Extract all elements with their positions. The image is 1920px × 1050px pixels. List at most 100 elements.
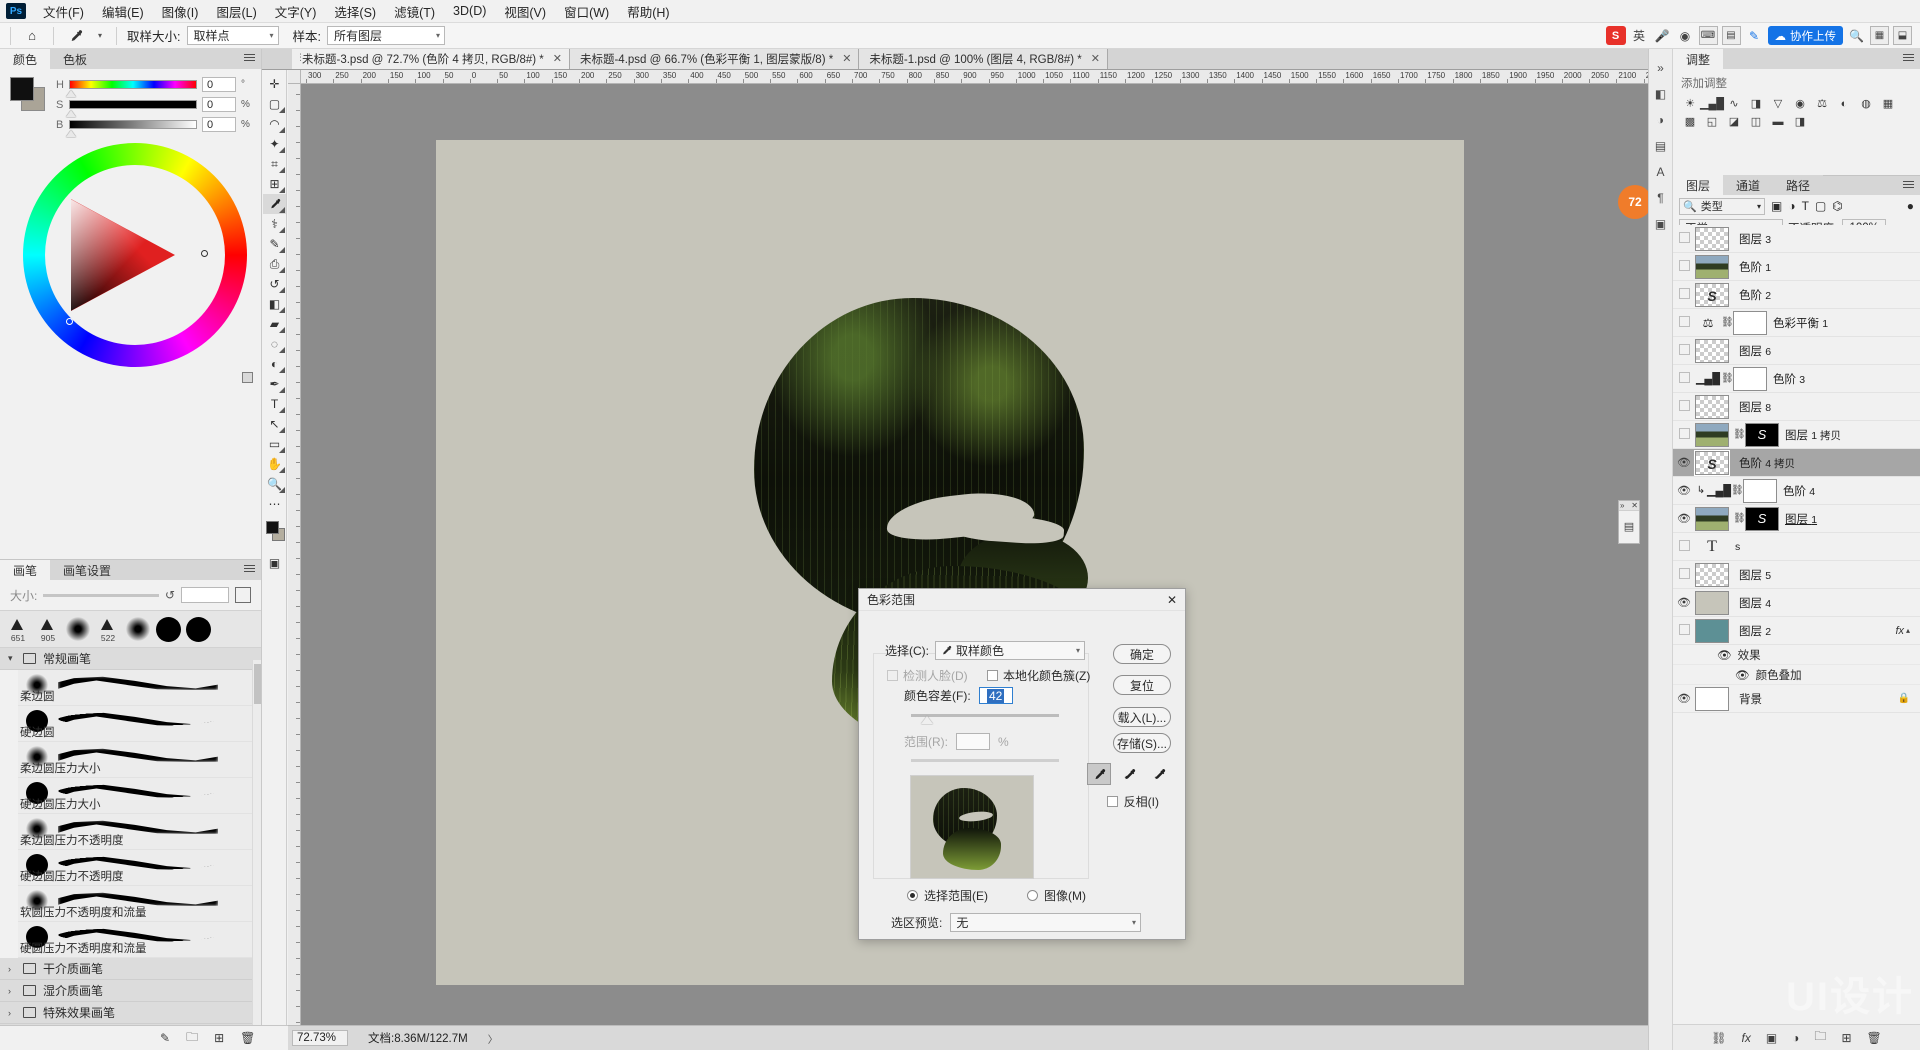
- delete-layer-icon[interactable]: 🗑: [1867, 1031, 1882, 1045]
- layer-row-14[interactable]: 图层 2 fx ▴: [1673, 617, 1920, 645]
- close-icon[interactable]: ✕: [553, 52, 562, 65]
- new-adjustment-icon[interactable]: ◑: [1792, 1031, 1799, 1045]
- selective-color-icon[interactable]: ◨: [1791, 114, 1809, 129]
- brush-preset-3[interactable]: 522: [94, 612, 122, 646]
- layer-visibility-toggle[interactable]: [1673, 288, 1695, 302]
- brightness-thumb[interactable]: [66, 130, 76, 137]
- vibrance-icon[interactable]: ▽: [1769, 96, 1787, 111]
- chevron-up-icon[interactable]: ▴: [1906, 626, 1910, 635]
- menu-help[interactable]: 帮助(H): [618, 0, 678, 23]
- tool-pen[interactable]: ✒: [263, 374, 286, 394]
- filter-type-icon[interactable]: T: [1802, 199, 1809, 213]
- layer-thumbnail[interactable]: [1695, 506, 1729, 531]
- layer-list[interactable]: 图层 3 色阶 1 S 色阶 2 ⚖ ⛓ 色彩平衡 1 图层 6 ▁▄█ ⛓ 色…: [1673, 225, 1920, 1024]
- collapse-icon[interactable]: »: [1620, 501, 1624, 510]
- eyedropper-icon[interactable]: [1087, 763, 1111, 785]
- layer-visibility-toggle[interactable]: [1673, 568, 1695, 582]
- layer-visibility-toggle[interactable]: [1673, 344, 1695, 358]
- layer-row-4[interactable]: 图层 6: [1673, 337, 1920, 365]
- saturation-value[interactable]: 0: [202, 97, 236, 112]
- brush-preset-2[interactable]: [64, 612, 92, 646]
- quick-mask-icon[interactable]: ▣: [263, 553, 286, 573]
- link-icon[interactable]: ⛓: [1721, 317, 1734, 328]
- gradient-map-icon[interactable]: ▬: [1769, 114, 1787, 129]
- home-icon[interactable]: ⌂: [21, 26, 43, 46]
- scrollbar-thumb[interactable]: [254, 664, 261, 704]
- adjustments-panel-icon[interactable]: ◑: [1649, 107, 1672, 133]
- layer-effect-item-0[interactable]: 👁 颜色叠加: [1673, 665, 1920, 685]
- posterize-icon[interactable]: ◪: [1725, 114, 1743, 129]
- tool-blur[interactable]: ◌: [263, 334, 286, 354]
- microphone-icon[interactable]: 🎤: [1653, 26, 1672, 45]
- layer-mask-thumbnail[interactable]: [1733, 310, 1767, 335]
- properties-icon[interactable]: ▤: [1624, 520, 1634, 533]
- save-button[interactable]: 存储(S)...: [1113, 733, 1171, 753]
- layer-thumbnail[interactable]: [1695, 422, 1729, 447]
- tab-swatches[interactable]: 色板: [50, 49, 101, 69]
- layer-visibility-toggle[interactable]: [1673, 624, 1695, 638]
- layer-thumbnail[interactable]: [1695, 562, 1729, 587]
- brush-size-input[interactable]: [181, 587, 229, 603]
- collapse-panels-icon[interactable]: »: [1649, 55, 1672, 81]
- brush-item-4[interactable]: 柔边圆压力不透明度: [18, 814, 261, 850]
- delete-brush-icon[interactable]: 🗑: [240, 1031, 255, 1045]
- preview-mode-selection-radio-row[interactable]: 选择范围(E): [907, 887, 988, 904]
- layer-visibility-toggle[interactable]: 👁: [1673, 596, 1695, 609]
- panel-menu-icon[interactable]: [244, 54, 255, 63]
- layer-row-3[interactable]: ⚖ ⛓ 色彩平衡 1: [1673, 309, 1920, 337]
- localized-clusters-row[interactable]: 本地化颜色簇(Z): [987, 667, 1090, 684]
- menu-view[interactable]: 视图(V): [495, 0, 555, 23]
- layer-row-9[interactable]: 👁 ↳ ▁▄█ ⛓ 色阶 4: [1673, 477, 1920, 505]
- layer-visibility-toggle[interactable]: [1673, 400, 1695, 414]
- layer-visibility-toggle[interactable]: [1673, 540, 1695, 554]
- brush-item-2[interactable]: 柔边圆压力大小: [18, 742, 261, 778]
- tab-brush[interactable]: 画笔: [0, 560, 51, 580]
- tab-channels[interactable]: 通道: [1723, 175, 1774, 195]
- adjustment-balance-icon[interactable]: ⚖: [1695, 316, 1721, 330]
- layer-thumbnail[interactable]: [1695, 686, 1729, 711]
- tool-move[interactable]: ✛: [263, 74, 286, 94]
- brush-preset-4[interactable]: [124, 612, 152, 646]
- tool-frame[interactable]: ⊞: [263, 174, 286, 194]
- layer-thumbnail[interactable]: [1695, 394, 1729, 419]
- keyboard-icon[interactable]: ⌨: [1698, 26, 1718, 45]
- reset-icon[interactable]: ↺: [165, 588, 175, 602]
- range-slider[interactable]: [911, 759, 1059, 762]
- type-layer-icon[interactable]: T: [1695, 538, 1729, 556]
- layer-thumbnail[interactable]: [1695, 226, 1729, 251]
- layer-filter-kind-select[interactable]: 🔍 类型 ▾: [1679, 197, 1765, 215]
- document-tab-3[interactable]: 未标题-1.psd @ 100% (图层 4, RGB/8#) * ✕: [859, 48, 1108, 69]
- eyedropper-add-icon[interactable]: [1117, 763, 1141, 785]
- sample-select[interactable]: 所有图层 ▾: [326, 26, 445, 45]
- layer-visibility-toggle[interactable]: 👁: [1673, 512, 1695, 525]
- select-dropdown[interactable]: 取样颜色 ▾: [935, 641, 1085, 660]
- brightness-value[interactable]: 0: [202, 117, 236, 132]
- color-range-preview[interactable]: [910, 775, 1034, 879]
- menu-3d[interactable]: 3D(D): [444, 2, 495, 20]
- tool-dodge[interactable]: ◐: [263, 354, 286, 374]
- layer-thumbnail[interactable]: S: [1695, 282, 1729, 307]
- brush-size-slider[interactable]: [43, 593, 159, 597]
- close-icon[interactable]: ✕: [1091, 52, 1100, 65]
- preview-mode-image-radio[interactable]: [1027, 890, 1038, 901]
- orange-badge[interactable]: 72: [1618, 185, 1652, 219]
- layer-row-11[interactable]: T s: [1673, 533, 1920, 561]
- menu-filter[interactable]: 滤镜(T): [385, 0, 444, 23]
- invert-icon[interactable]: ◱: [1703, 114, 1721, 129]
- layer-visibility-toggle[interactable]: 👁: [1673, 456, 1695, 469]
- share-button[interactable]: ☁ 协作上传: [1767, 26, 1843, 45]
- brush-group-dry[interactable]: › 干介质画笔: [0, 958, 261, 980]
- link-icon[interactable]: ⛓: [1733, 513, 1746, 524]
- reset-button[interactable]: 复位: [1113, 675, 1171, 695]
- fx-icon[interactable]: fx: [1741, 1031, 1750, 1045]
- hue-value[interactable]: 0: [202, 77, 236, 92]
- layer-visibility-toggle[interactable]: [1673, 260, 1695, 274]
- tab-brush-settings[interactable]: 画笔设置: [50, 560, 125, 580]
- color-lookup-icon[interactable]: ▩: [1681, 114, 1699, 129]
- ime-label[interactable]: 英: [1630, 26, 1649, 45]
- layer-row-6[interactable]: 图层 8: [1673, 393, 1920, 421]
- filter-toggle-icon[interactable]: ●: [1907, 199, 1914, 213]
- panel-menu-icon[interactable]: [1903, 54, 1914, 63]
- fuzziness-slider-knob[interactable]: [921, 716, 933, 724]
- menu-edit[interactable]: 编辑(E): [93, 0, 153, 23]
